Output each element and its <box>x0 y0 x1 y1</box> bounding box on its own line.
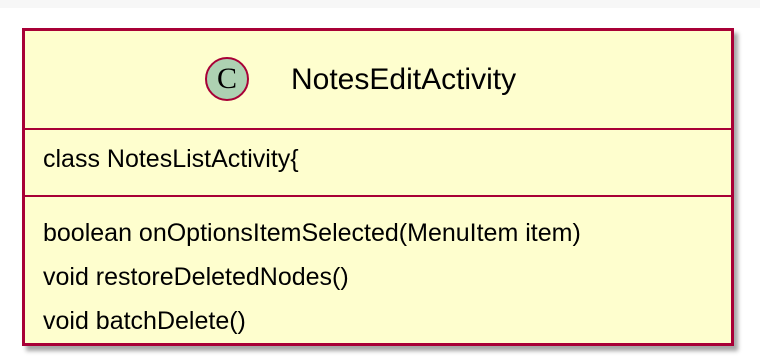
class-circle-icon: C <box>205 57 249 101</box>
method-item: boolean onOptionsItemSelected(MenuItem i… <box>43 219 581 247</box>
top-strip <box>0 0 760 8</box>
attributes-divider <box>25 128 731 130</box>
attribute-item: class NotesListActivity{ <box>43 145 299 173</box>
class-name: NotesEditActivity <box>291 63 517 96</box>
methods-divider <box>25 195 731 197</box>
class-stereotype-letter: C <box>216 62 237 95</box>
method-item: void batchDelete() <box>43 307 246 335</box>
method-item: void restoreDeletedNodes() <box>43 263 349 291</box>
class-header: C NotesEditActivity <box>25 31 731 128</box>
diagram-canvas: C NotesEditActivity class NotesListActiv… <box>0 0 760 363</box>
class-box: C NotesEditActivity class NotesListActiv… <box>22 28 734 346</box>
